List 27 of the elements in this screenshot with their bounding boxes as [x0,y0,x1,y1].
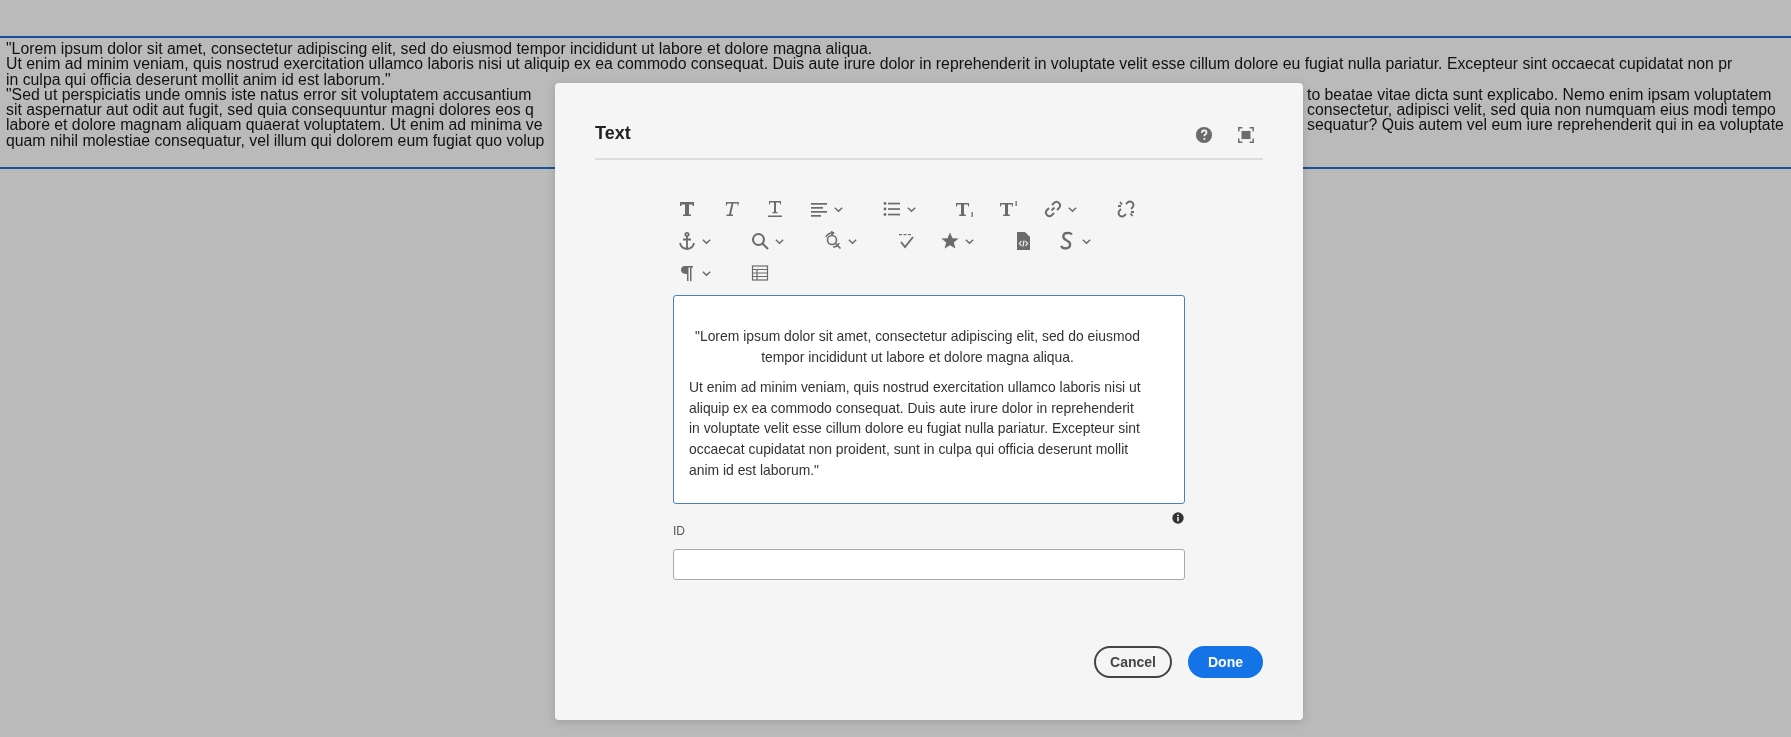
rich-text-editor[interactable] [673,295,1185,504]
info-icon[interactable] [1172,512,1184,524]
superscript-icon [999,199,1019,219]
dialog-button[interactable]: Done [1188,646,1263,678]
dialog-button[interactable]: Cancel [1094,646,1172,678]
text-line: to beatae vitae dicta sunt explicabo. Nemo enim ipsam voluptatem [1307,86,1772,103]
text-line: quam nihil molestiae consequatur, vel illum qui dolorem eum fugiat quo volup [6,132,545,149]
id-input-field[interactable] [673,549,1185,580]
star-icon [940,231,960,251]
text-line: in culpa qui officia deserunt mollit anim id est laborum." [6,71,391,87]
editor-paragraph: "Lorem ipsum dolor sit amet, consectetur adipiscing elit, sed do eiusmod tempor incididunt ut labore et dolore magna aliqua. [694,327,1141,367]
list-icon [882,199,902,219]
link-icon [1043,199,1063,219]
table-icon [750,263,770,283]
text-line: "Lorem ipsum dolor sit amet, consectetur adipiscing elit, sed do eiusmod tempor incididunt ut labore et dolore magna aliqua. [6,41,873,57]
dialog-title: Text [595,123,631,144]
help-icon[interactable] [1195,126,1213,144]
underline-icon [765,199,785,219]
field-label: ID [673,524,686,538]
unlink-icon [1116,199,1136,219]
bold-icon [677,199,697,219]
find-replace-icon [823,231,843,251]
editor-paragraph: Ut enim ad minim veniam, quis nostrud exercitation ullamco laboris nisi ut aliquip ex ea commodo consequat. Duis aute irure dolor in reprehenderit in voluptate velit esse cillum dolore eu fugiat nulla pariatur. Excepteur sint occaecat cupidatat non proident, sunt in culpa qui officia deserunt mollit anim id est laborum." [689,378,1142,480]
spellcheck-icon [896,231,916,251]
search-icon [750,231,770,251]
fullscreen-icon[interactable] [1237,126,1255,144]
anchor-icon [677,231,697,251]
